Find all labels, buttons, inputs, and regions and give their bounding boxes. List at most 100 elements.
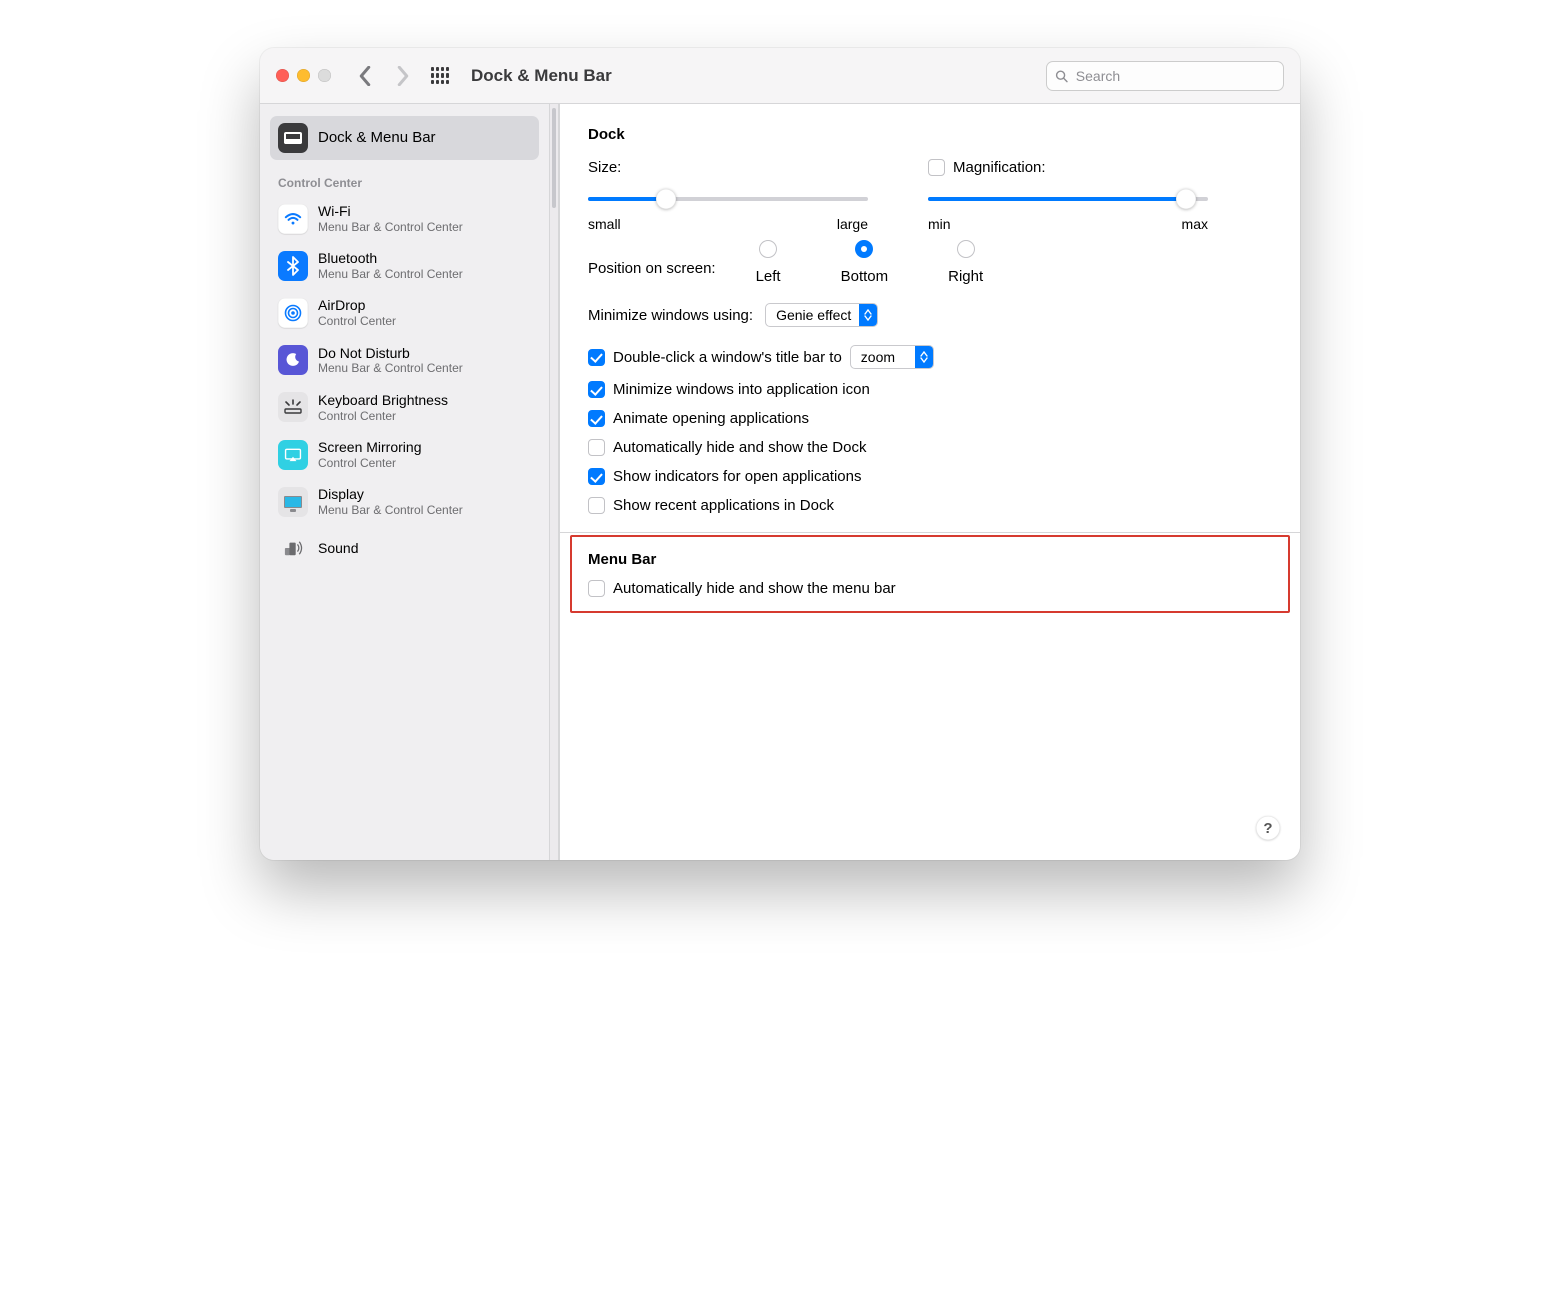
sidebar-item-wifi[interactable]: Wi-FiMenu Bar & Control Center xyxy=(270,196,539,241)
moon-icon xyxy=(278,345,308,375)
toolbar: Dock & Menu Bar xyxy=(260,48,1300,104)
size-slider-block: Size: small large xyxy=(588,159,868,232)
window-controls xyxy=(276,69,331,82)
magnification-slider-block: Magnification: min max xyxy=(928,159,1208,232)
sound-icon xyxy=(278,533,308,563)
sidebar-item-label: Screen Mirroring xyxy=(318,439,421,456)
option-show-indicators[interactable]: Show indicators for open applications xyxy=(588,468,1272,485)
minimize-window-button[interactable] xyxy=(297,69,310,82)
sidebar-item-keyboard-brightness[interactable]: Keyboard BrightnessControl Center xyxy=(270,385,539,430)
minimize-using-select[interactable]: Genie effect xyxy=(765,303,878,327)
position-option-label: Bottom xyxy=(841,268,889,285)
sidebar-item-sublabel: Control Center xyxy=(318,409,448,423)
checkbox[interactable] xyxy=(588,410,605,427)
option-animate-opening[interactable]: Animate opening applications xyxy=(588,410,1272,427)
position-label: Position on screen: xyxy=(588,240,716,277)
bluetooth-icon xyxy=(278,251,308,281)
option-label: Animate opening applications xyxy=(613,410,809,427)
sidebar-item-display[interactable]: DisplayMenu Bar & Control Center xyxy=(270,479,539,524)
sidebar-item-sound[interactable]: Sound xyxy=(270,526,539,570)
option-label: Automatically hide and show the menu bar xyxy=(613,580,896,597)
checkbox[interactable] xyxy=(588,497,605,514)
sidebar[interactable]: Dock & Menu Bar Control Center Wi-FiMenu… xyxy=(260,104,549,860)
doubleclick-checkbox[interactable] xyxy=(588,349,605,366)
position-option-right[interactable]: Right xyxy=(948,240,983,285)
doubleclick-select[interactable]: zoom xyxy=(850,345,934,369)
option-autohide-dock[interactable]: Automatically hide and show the Dock xyxy=(588,439,1272,456)
option-label: Minimize windows into application icon xyxy=(613,381,870,398)
sidebar-item-do-not-disturb[interactable]: Do Not DisturbMenu Bar & Control Center xyxy=(270,338,539,383)
sidebar-item-label: Display xyxy=(318,486,463,503)
screen-mirroring-icon xyxy=(278,440,308,470)
position-option-label: Right xyxy=(948,268,983,285)
sidebar-item-sublabel: Menu Bar & Control Center xyxy=(318,361,463,375)
show-all-icon[interactable] xyxy=(429,65,451,87)
sidebar-item-label: Wi-Fi xyxy=(318,203,463,220)
sidebar-item-sublabel: Menu Bar & Control Center xyxy=(318,267,463,281)
checkbox[interactable] xyxy=(588,381,605,398)
forward-button[interactable] xyxy=(391,64,415,88)
size-min-label: small xyxy=(588,216,621,232)
sidebar-section-header: Control Center xyxy=(270,162,539,196)
search-input[interactable] xyxy=(1074,67,1275,85)
position-option-bottom[interactable]: Bottom xyxy=(841,240,889,285)
sidebar-item-screen-mirroring[interactable]: Screen MirroringControl Center xyxy=(270,432,539,477)
select-arrows-icon xyxy=(915,346,933,368)
radio-bottom[interactable] xyxy=(855,240,873,258)
sidebar-item-label: Dock & Menu Bar xyxy=(318,129,436,147)
minimize-using-value: Genie effect xyxy=(776,307,859,323)
scrollbar-thumb[interactable] xyxy=(552,108,556,208)
magnification-slider-thumb[interactable] xyxy=(1176,189,1196,209)
option-min-into-app-icon[interactable]: Minimize windows into application icon xyxy=(588,381,1272,398)
close-window-button[interactable] xyxy=(276,69,289,82)
sidebar-item-label: Keyboard Brightness xyxy=(318,392,448,409)
checkbox[interactable] xyxy=(588,580,605,597)
sidebar-item-sublabel: Control Center xyxy=(318,456,421,470)
magnification-min-label: min xyxy=(928,216,951,232)
dock-section-heading: Dock xyxy=(588,126,1272,143)
magnification-slider[interactable] xyxy=(928,190,1208,208)
minimize-using-label: Minimize windows using: xyxy=(588,307,753,324)
magnification-max-label: max xyxy=(1182,216,1208,232)
option-label: Show recent applications in Dock xyxy=(613,497,834,514)
sidebar-item-label: Sound xyxy=(318,540,358,557)
sidebar-item-label: AirDrop xyxy=(318,297,396,314)
system-preferences-window: Dock & Menu Bar Dock & Menu Bar Control … xyxy=(260,48,1300,860)
position-option-left[interactable]: Left xyxy=(756,240,781,285)
sidebar-item-sublabel: Menu Bar & Control Center xyxy=(318,503,463,517)
magnification-label: Magnification: xyxy=(953,159,1046,176)
select-arrows-icon xyxy=(859,304,877,326)
checkbox[interactable] xyxy=(588,439,605,456)
radio-left[interactable] xyxy=(759,240,777,258)
doubleclick-label: Double-click a window's title bar to xyxy=(613,349,842,366)
window-title: Dock & Menu Bar xyxy=(471,66,612,86)
sidebar-item-airdrop[interactable]: AirDropControl Center xyxy=(270,290,539,335)
size-slider-thumb[interactable] xyxy=(656,189,676,209)
checkbox[interactable] xyxy=(588,468,605,485)
keyboard-brightness-icon xyxy=(278,392,308,422)
highlighted-menubar-section: Menu Bar Automatically hide and show the… xyxy=(570,535,1290,613)
sidebar-item-bluetooth[interactable]: BluetoothMenu Bar & Control Center xyxy=(270,243,539,288)
dock-menubar-icon xyxy=(278,123,308,153)
menubar-section-heading: Menu Bar xyxy=(588,551,1272,568)
magnification-checkbox[interactable] xyxy=(928,159,945,176)
option-label: Show indicators for open applications xyxy=(613,468,861,485)
size-slider[interactable] xyxy=(588,190,868,208)
main-content: Dock Size: small large xyxy=(560,104,1300,860)
display-icon xyxy=(278,487,308,517)
radio-right[interactable] xyxy=(957,240,975,258)
option-autohide-menubar[interactable]: Automatically hide and show the menu bar xyxy=(588,580,1272,597)
wifi-icon xyxy=(278,204,308,234)
zoom-window-button[interactable] xyxy=(318,69,331,82)
doubleclick-value: zoom xyxy=(861,349,915,365)
back-button[interactable] xyxy=(353,64,377,88)
search-field[interactable] xyxy=(1046,61,1284,91)
sidebar-item-sublabel: Control Center xyxy=(318,314,396,328)
position-option-label: Left xyxy=(756,268,781,285)
option-label: Automatically hide and show the Dock xyxy=(613,439,866,456)
sidebar-scrollbar[interactable] xyxy=(549,104,559,860)
size-max-label: large xyxy=(837,216,868,232)
option-show-recent[interactable]: Show recent applications in Dock xyxy=(588,497,1272,514)
sidebar-item-dock-menu-bar[interactable]: Dock & Menu Bar xyxy=(270,116,539,160)
help-button[interactable]: ? xyxy=(1256,816,1280,840)
